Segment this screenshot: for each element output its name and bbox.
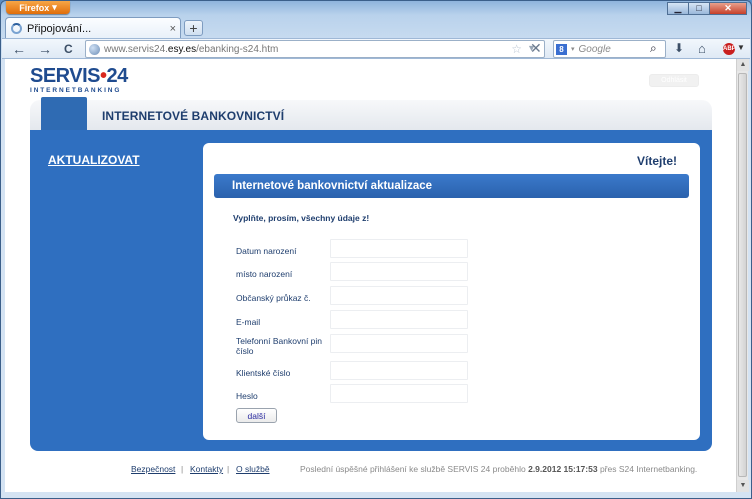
sidebar-item-aktualizovat[interactable]: AKTUALIZOVAT: [48, 153, 140, 167]
url-domain: esy.es: [167, 43, 197, 55]
tab-title: Připojování...: [27, 22, 92, 35]
search-placeholder: Google: [578, 43, 611, 55]
page-title: INTERNETOVÉ BANKOVNICTVÍ: [102, 109, 285, 123]
last-login-note: Poslední úspěšné přihlášení ke službě SE…: [300, 464, 697, 474]
new-tab-button[interactable]: +: [184, 20, 203, 36]
field-label-birth-place: místo narození: [236, 269, 293, 279]
field-label-client-number: Klientské číslo: [236, 368, 291, 378]
footer-link-security[interactable]: Bezpečnost: [131, 464, 175, 474]
logo-number: 24: [106, 65, 129, 87]
birth-date-input[interactable]: [330, 239, 468, 258]
id-card-input[interactable]: [330, 286, 468, 305]
footer-separator: |: [181, 464, 184, 474]
scroll-down-icon[interactable]: ▼: [737, 480, 749, 492]
loading-spinner-icon: [11, 23, 22, 34]
firefox-menu-label: Firefox: [19, 2, 50, 13]
browser-tab[interactable]: Připojování... ×: [5, 17, 181, 39]
footer-link-contacts[interactable]: Kontakty: [190, 464, 223, 474]
navigation-toolbar: ← → C www.servis24. esy.es/ebanking-s24.h…: [2, 38, 750, 59]
globe-icon: [89, 43, 100, 55]
form-title: Internetové bankovnictví aktualizace: [214, 174, 689, 198]
search-icon[interactable]: ⌕: [650, 41, 657, 56]
window-controls: ▁ □ ✕: [667, 2, 747, 15]
page-viewport: SERVIS•24 INTERNETBANKING Odhlásit INTER…: [5, 59, 736, 492]
logo-text: SERVIS: [30, 65, 101, 87]
last-login-suffix: přes S24 Internetbanking.: [599, 464, 698, 474]
bookmark-star-icon[interactable]: ☆: [511, 42, 522, 56]
last-login-datetime: 2.9.2012 15:17:53: [528, 464, 598, 474]
form-card: Vítejte! Internetové bankovnictví aktual…: [203, 143, 700, 440]
adblock-dropdown-icon[interactable]: ▼: [737, 43, 745, 52]
logout-button[interactable]: Odhlásit: [649, 74, 699, 87]
stop-icon[interactable]: ✕: [530, 40, 542, 57]
minimize-button[interactable]: ▁: [667, 2, 689, 15]
field-label-birth-date: Datum narození: [236, 246, 297, 256]
address-bar[interactable]: www.servis24. esy.es/ebanking-s24.htm ☆ ▼: [85, 40, 545, 58]
logo-subtitle: INTERNETBANKING: [30, 87, 122, 94]
search-engine-chevron-icon: ▾: [571, 46, 575, 53]
home-icon[interactable]: ⌂: [698, 41, 706, 56]
url-prefix: www.servis24.: [104, 43, 168, 55]
vertical-scrollbar[interactable]: ▲ ▼: [736, 59, 749, 492]
download-icon[interactable]: ⬇: [674, 41, 684, 55]
firefox-menu-button[interactable]: Firefox ▾: [6, 1, 70, 14]
scroll-thumb[interactable]: [738, 73, 747, 477]
footer-separator: |: [227, 464, 230, 474]
form-instruction: Vyplňte, prosím, všechny údaje z!: [233, 213, 370, 223]
field-label-id-card: Občanský průkaz č.: [236, 293, 311, 303]
chevron-down-icon: ▾: [52, 2, 57, 12]
adblock-icon[interactable]: ABP: [723, 43, 736, 55]
welcome-heading: Vítejte!: [636, 154, 677, 168]
servis24-logo[interactable]: SERVIS•24 INTERNETBANKING: [30, 65, 128, 95]
header-tab-marker: [41, 97, 87, 130]
tab-close-icon[interactable]: ×: [170, 23, 176, 35]
field-label-phone-pin: Telefonní Bankovní pin číslo: [236, 336, 323, 356]
maximize-button[interactable]: □: [688, 2, 710, 15]
back-icon[interactable]: ←: [12, 41, 26, 57]
field-label-email: E-mail: [236, 317, 261, 327]
password-input[interactable]: [330, 384, 468, 403]
url-path: /ebanking-s24.htm: [196, 43, 279, 55]
forward-icon[interactable]: →: [38, 41, 52, 57]
email-field[interactable]: [330, 310, 468, 329]
client-number-input[interactable]: [330, 361, 468, 380]
footer-link-about[interactable]: O službě: [236, 464, 270, 474]
reload-icon[interactable]: C: [64, 41, 73, 57]
scroll-up-icon[interactable]: ▲: [737, 59, 749, 71]
field-label-password: Heslo: [236, 391, 258, 401]
next-button[interactable]: další: [236, 408, 277, 423]
close-window-button[interactable]: ✕: [709, 2, 747, 15]
phone-pin-input[interactable]: [330, 334, 468, 353]
search-engine-icon[interactable]: 8: [556, 43, 567, 55]
birth-place-input[interactable]: [330, 262, 468, 281]
last-login-prefix: Poslední úspěšné přihlášení ke službě SE…: [300, 464, 526, 474]
